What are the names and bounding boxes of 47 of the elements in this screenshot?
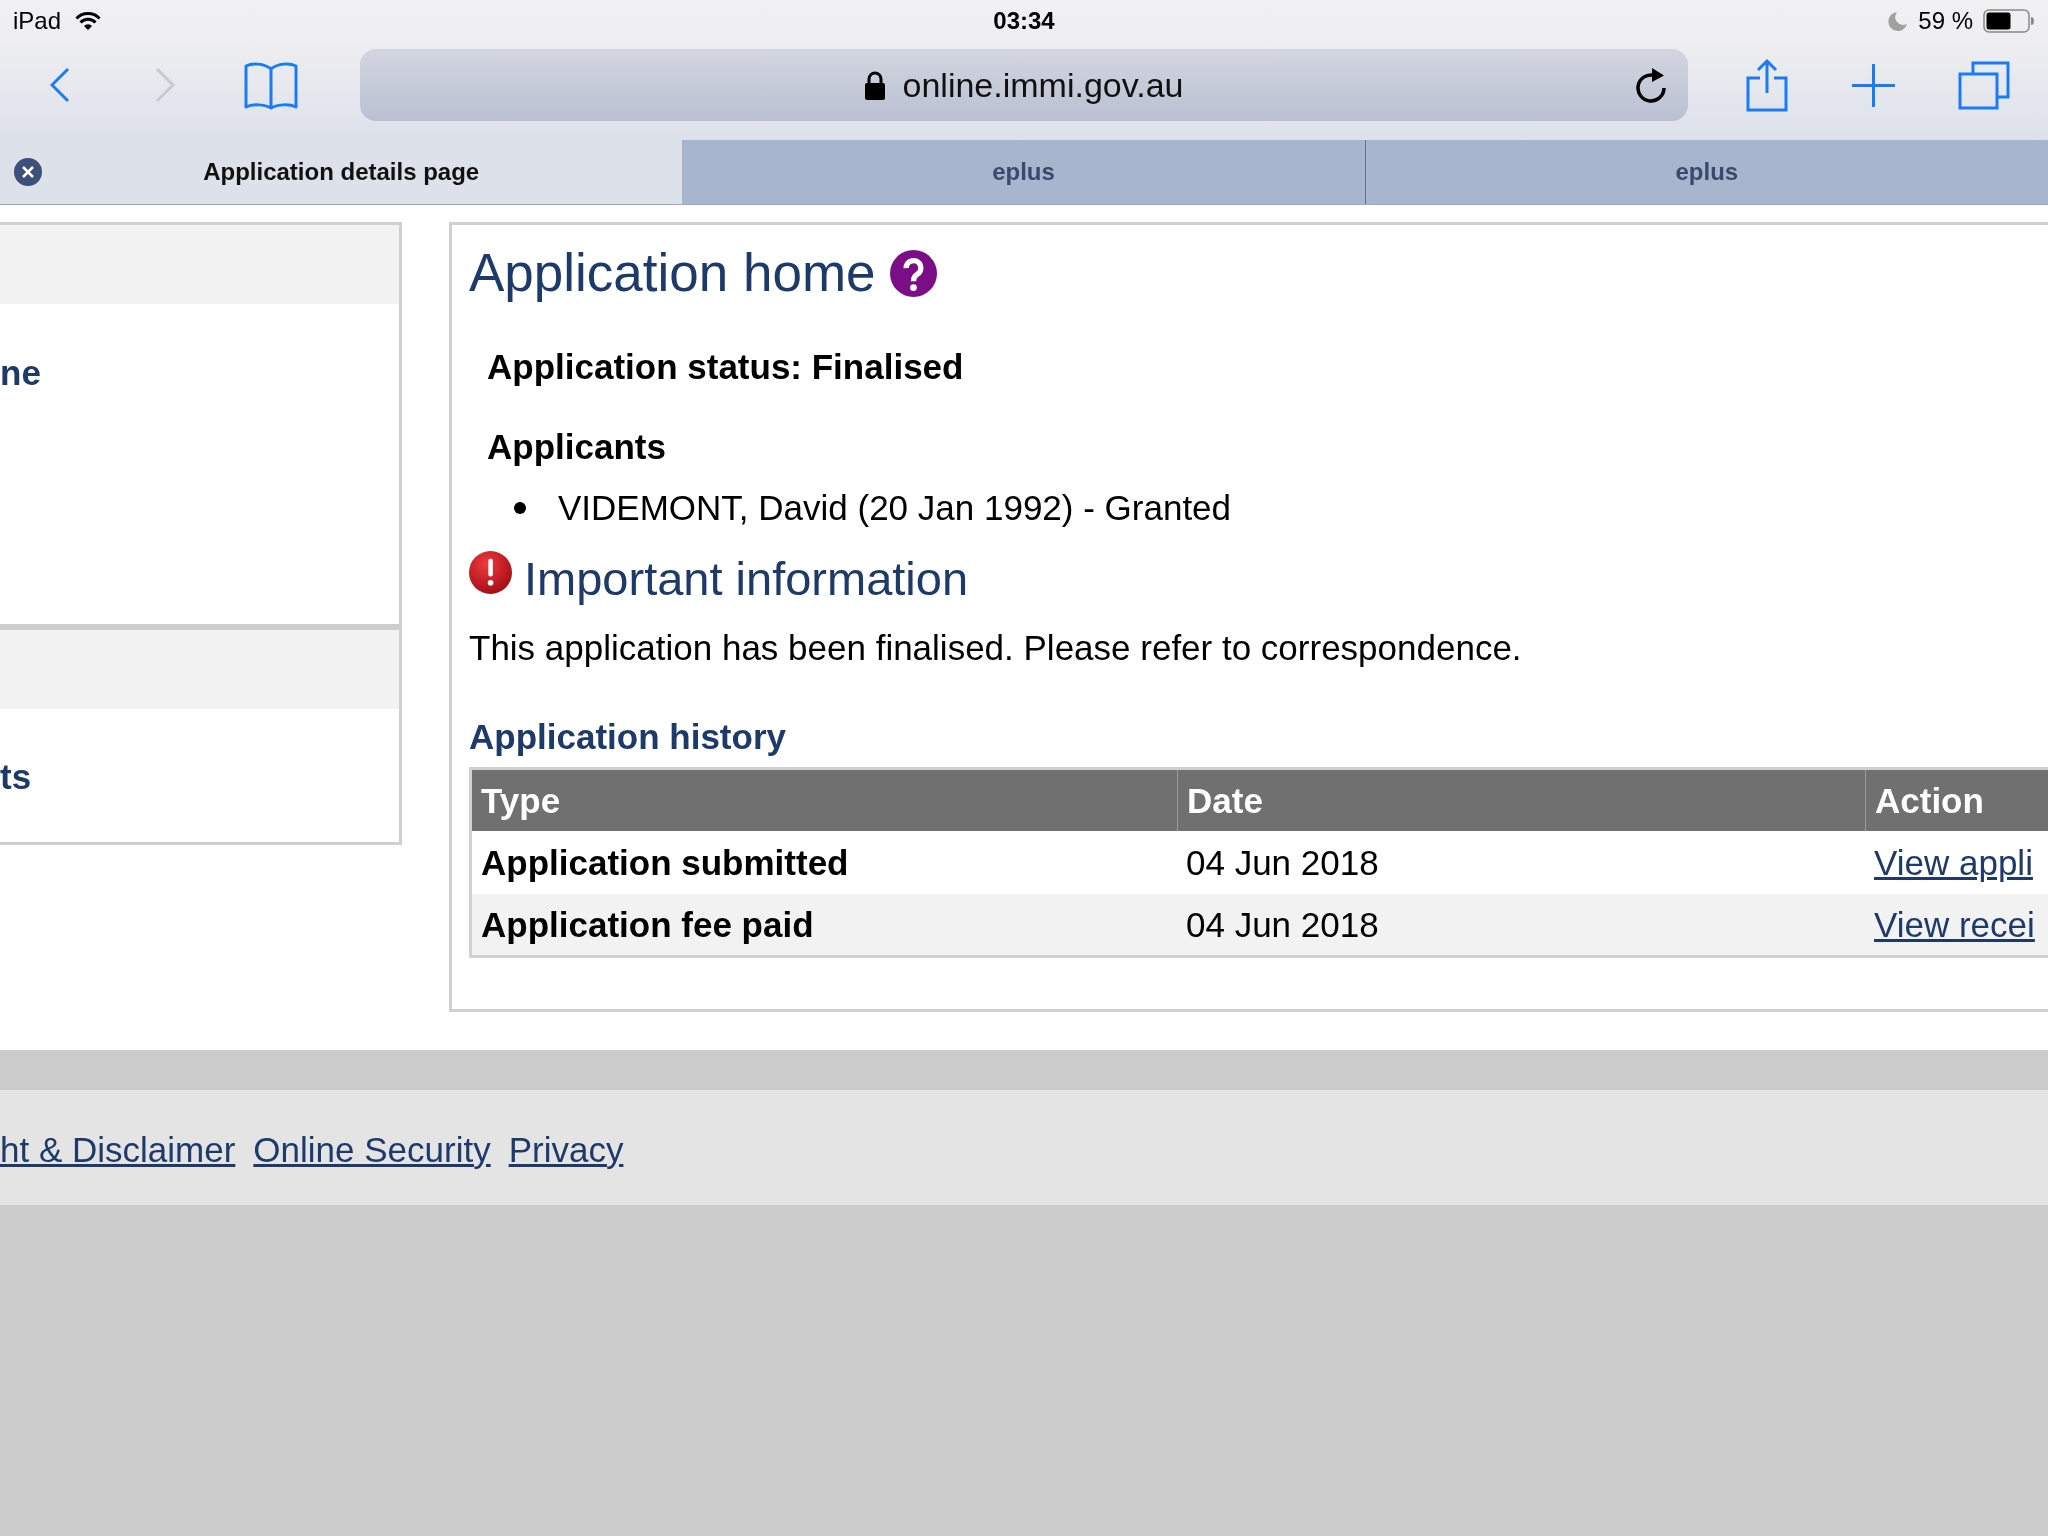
sidebar-link[interactable]: ts [0,756,32,798]
battery-icon [1983,9,2035,33]
table-cell-text: Application fee paid [480,903,815,946]
view-link[interactable]: View appli [1874,842,2033,883]
column-header: Type [480,779,562,822]
address-bar[interactable]: online.immi.gov.au [360,49,1688,121]
tabs-button[interactable] [1958,60,2010,110]
back-chevron-icon [50,67,70,103]
url-text: online.immi.gov.au [902,65,1184,105]
footer-link[interactable]: Privacy [508,1129,624,1170]
notice-text: This application has been finalised. Please refer to correspondence. [469,627,1522,669]
close-icon[interactable] [14,158,42,186]
footer-link[interactable]: Online Security [253,1129,491,1170]
wifi-icon [75,11,102,31]
new-tab-button[interactable] [1852,63,1895,107]
book-icon [244,60,298,110]
lock-icon [864,70,885,100]
notice-title: Important information [524,551,969,607]
table-cell-text: 04 Jun 2018 [1185,841,1380,884]
device-label: iPad [13,7,62,35]
bookmarks-button[interactable] [244,60,298,110]
battery-percent: 59 % [1918,7,1973,35]
applicants-heading: Applicants [487,426,666,468]
forward-chevron-icon [155,67,175,103]
history-title: Application history [469,716,786,758]
share-icon [1746,58,1788,112]
tabs-icon [1958,60,2010,110]
plus-icon [1852,63,1895,107]
view-link[interactable]: View recei [1874,904,2035,945]
status-time: 03:34 [993,7,1055,35]
sidebar-link[interactable]: ne [0,352,41,394]
reload-button[interactable] [1635,67,1669,103]
share-button[interactable] [1746,58,1788,112]
help-icon[interactable] [889,249,937,297]
table-cell-text: 04 Jun 2018 [1185,903,1380,946]
moon-icon [1888,11,1909,31]
application-status: Application status: Finalised [487,346,964,388]
browser-tab[interactable]: eplus [682,140,1365,204]
footer-link[interactable]: ht & Disclaimer [0,1129,236,1170]
browser-tab[interactable]: eplus [1364,140,2048,204]
bullet-icon [514,502,526,514]
page-title: Application home [469,242,876,304]
applicant-item: VIDEMONT, David (20 Jan 1992) - Granted [558,487,1232,529]
alert-icon [469,550,512,594]
reload-icon [1635,67,1669,103]
back-button[interactable] [50,67,70,103]
table-cell-text: Application submitted [480,841,850,884]
